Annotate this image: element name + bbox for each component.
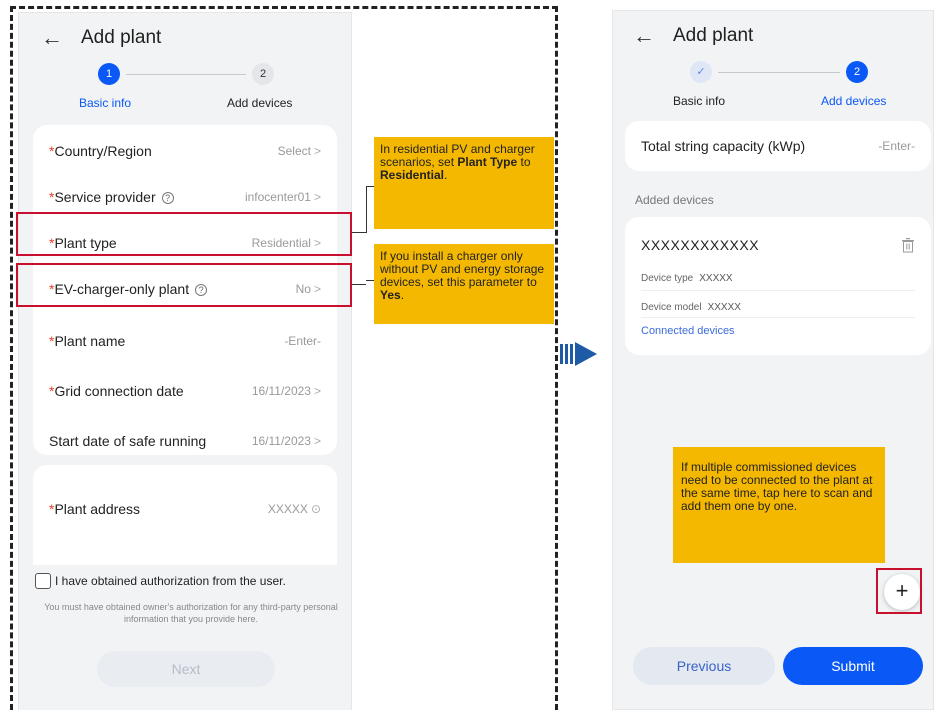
authorization-label: I have obtained authorization from the u… — [55, 574, 286, 588]
next-step-arrow-icon — [560, 342, 597, 366]
divider — [641, 317, 915, 318]
callout-emphasis: Plant Type — [457, 155, 518, 169]
connector-line — [352, 284, 366, 285]
service-provider-label: Service provider — [54, 189, 156, 205]
safe-running-date-value: 16/11/2023 — [251, 434, 311, 448]
step-1-label: Basic info — [79, 96, 132, 110]
step-2-indicator: 2 — [846, 61, 868, 83]
next-button[interactable]: Next — [97, 651, 275, 687]
back-arrow-icon[interactable]: ← — [633, 25, 655, 47]
plus-button-highlight — [876, 568, 922, 614]
callout-text: to — [517, 155, 531, 169]
callout-text: If you install a charger only without PV… — [380, 249, 545, 289]
step-1-indicator: 1 — [98, 63, 120, 85]
plant-name-label: Plant name — [54, 333, 126, 349]
service-provider-value: infocenter01 — [244, 190, 311, 204]
step-connector — [718, 72, 840, 73]
step-2-label: Add devices — [227, 96, 293, 110]
device-type-label: Device type — [641, 273, 694, 284]
step-2-indicator: 2 — [252, 63, 274, 85]
plant-address-row[interactable]: *Plant address XXXXX ⊙ — [33, 485, 337, 533]
submit-button[interactable]: Submit — [783, 647, 923, 685]
device-type-line: Device type XXXXX — [641, 273, 733, 284]
callout-emphasis: Residential — [380, 168, 445, 182]
safe-running-date-label: Start date of safe running — [49, 433, 207, 449]
dashed-frame-left — [10, 6, 13, 710]
page-title: Add plant — [81, 27, 162, 48]
chevron-right-icon: > — [313, 384, 321, 398]
country-region-label: Country/Region — [54, 143, 152, 159]
device-type-value: XXXXX — [699, 273, 733, 284]
step-1-done-indicator: ✓ — [690, 61, 712, 83]
connected-devices-link[interactable]: Connected devices — [641, 325, 735, 337]
plant-address-label: Plant address — [54, 501, 141, 517]
safe-running-date-row[interactable]: Start date of safe running 16/11/2023 > — [33, 417, 337, 465]
ev-charger-callout: If you install a charger only without PV… — [374, 244, 554, 324]
divider — [641, 290, 915, 291]
capacity-card: Total string capacity (kWp) -Enter- — [625, 121, 931, 171]
authorization-checkbox[interactable] — [35, 573, 51, 589]
callout-text: . — [400, 288, 405, 302]
location-pin-icon[interactable]: ⊙ — [311, 502, 321, 516]
device-model-label: Device model — [641, 302, 702, 313]
plant-name-input[interactable]: -Enter- — [284, 334, 321, 348]
grid-connection-date-label: Grid connection date — [54, 383, 184, 399]
back-arrow-icon[interactable]: ← — [41, 27, 63, 49]
callout-emphasis: Yes — [380, 288, 401, 302]
chevron-right-icon: > — [313, 144, 321, 158]
device-card: XXXXXXXXXXXX Device type XXXXX Device mod… — [625, 217, 931, 355]
plant-type-highlight — [16, 212, 352, 256]
header: ← Add plant — [633, 25, 753, 47]
step-2-label: Add devices — [821, 94, 887, 108]
stepper: ✓ 2 Basic info Add devices — [613, 61, 933, 111]
plant-name-row[interactable]: *Plant name -Enter- — [33, 317, 337, 365]
header: ← Add plant — [41, 27, 161, 49]
connector-line — [352, 232, 366, 233]
plant-type-callout: In residential PV and charger scenarios,… — [374, 137, 554, 229]
scan-callout: If multiple commissioned devices need to… — [673, 447, 885, 563]
step-connector — [126, 74, 246, 75]
dashed-frame-right — [555, 6, 558, 710]
grid-connection-date-value: 16/11/2023 — [251, 384, 311, 398]
previous-button[interactable]: Previous — [633, 647, 775, 685]
address-card: *Plant address XXXXX ⊙ — [33, 465, 337, 565]
country-region-value: Select — [277, 144, 311, 158]
help-icon[interactable]: ? — [161, 192, 174, 205]
page-title: Add plant — [673, 25, 754, 46]
dashed-frame-top — [10, 6, 558, 9]
added-devices-label: Added devices — [635, 193, 714, 207]
connector-line — [366, 186, 367, 233]
step-1-label: Basic info — [673, 94, 726, 108]
device-model-line: Device model XXXXX — [641, 302, 741, 313]
string-capacity-label: Total string capacity (kWp) — [641, 138, 806, 154]
string-capacity-row[interactable]: Total string capacity (kWp) -Enter- — [625, 122, 931, 170]
country-region-row[interactable]: *Country/Region Select > — [33, 127, 337, 175]
ev-charger-highlight — [16, 263, 352, 307]
device-name: XXXXXXXXXXXX — [641, 237, 760, 253]
trash-icon[interactable] — [901, 237, 915, 253]
string-capacity-input[interactable]: -Enter- — [878, 139, 915, 153]
device-model-value: XXXXX — [707, 302, 741, 313]
authorization-checkbox-row[interactable]: I have obtained authorization from the u… — [35, 573, 286, 589]
chevron-right-icon: > — [313, 190, 321, 204]
basic-info-screen: ← Add plant 1 2 Basic info Add devices *… — [18, 12, 352, 710]
grid-connection-date-row[interactable]: *Grid connection date 16/11/2023 > — [33, 367, 337, 415]
callout-text: . — [444, 168, 448, 182]
stepper: 1 2 Basic info Add devices — [19, 63, 351, 113]
authorization-note: You must have obtained owner's authoriza… — [44, 602, 338, 624]
chevron-right-icon: > — [313, 434, 321, 448]
plant-address-value: XXXXX — [267, 502, 308, 516]
